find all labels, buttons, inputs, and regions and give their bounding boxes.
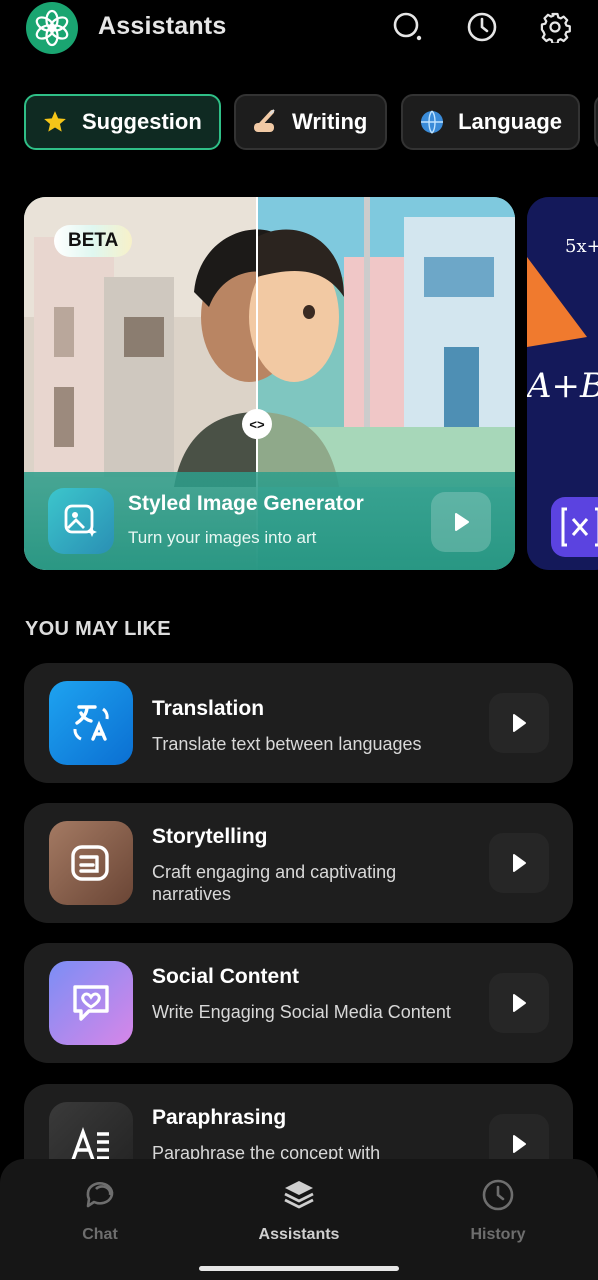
chip-label: Writing [292, 109, 368, 134]
item-title: Storytelling [152, 825, 268, 848]
app-logo-icon [26, 2, 78, 54]
chip-writing[interactable]: Writing [234, 94, 387, 150]
page-title: Assistants [98, 12, 227, 40]
svg-text:5x+: 5x+ [565, 236, 598, 257]
search-icon[interactable] [391, 10, 425, 44]
play-button[interactable] [489, 973, 549, 1033]
nav-history[interactable]: History [438, 1177, 558, 1244]
item-subtitle: Write Engaging Social Media Content [152, 1002, 451, 1022]
list-item-translation[interactable]: Translation Translate text between langu… [24, 663, 573, 783]
home-indicator[interactable] [199, 1266, 399, 1271]
nav-label: History [470, 1226, 526, 1243]
list-item-storytelling[interactable]: Storytelling Craft engaging and captivat… [24, 803, 573, 923]
chip-suggestion[interactable]: Suggestion [24, 94, 221, 150]
heart-chat-icon [49, 961, 133, 1045]
section-title: YOU MAY LIKE [25, 618, 171, 640]
stack-icon [281, 1177, 317, 1218]
chip-more[interactable] [594, 94, 598, 150]
history-icon[interactable] [465, 10, 499, 44]
play-button[interactable] [489, 833, 549, 893]
image-magic-icon [48, 488, 114, 554]
globe-icon [417, 107, 446, 137]
featured-title: Styled Image Generator [128, 492, 364, 515]
nav-assistants[interactable]: Assistants [239, 1177, 359, 1244]
beta-badge: BETA [54, 225, 133, 257]
writing-hand-icon [250, 107, 280, 137]
settings-icon[interactable] [538, 10, 572, 44]
featured-play-button[interactable] [431, 492, 491, 552]
nav-chat[interactable]: Chat [40, 1177, 160, 1244]
chat-icon [82, 1177, 118, 1218]
play-button[interactable] [489, 693, 549, 753]
next-featured-card[interactable]: A+B 5x+ [527, 197, 598, 570]
item-subtitle: Translate text between languages [152, 734, 422, 754]
chip-label: Suggestion [82, 109, 202, 134]
chip-label: Language [458, 109, 562, 134]
star-icon [40, 107, 70, 137]
item-title: Translation [152, 697, 265, 720]
bottom-nav: Chat Assistants History [0, 1159, 598, 1280]
item-title: Social Content [152, 965, 300, 988]
story-icon [49, 821, 133, 905]
translate-icon [49, 681, 133, 765]
item-subtitle: Craft engaging and captivating narrative… [152, 862, 397, 904]
featured-subtitle: Turn your images into art [128, 528, 317, 547]
category-chips: Suggestion Writing Language [24, 94, 598, 150]
peek-text: A+B [527, 366, 598, 406]
featured-info: Styled Image Generator Turn your images … [24, 472, 515, 570]
nav-label: Assistants [258, 1226, 340, 1243]
nav-label: Chat [82, 1226, 118, 1243]
item-title: Paraphrasing [152, 1106, 287, 1129]
list-item-social-content[interactable]: Social Content Write Engaging Social Med… [24, 943, 573, 1063]
chip-language[interactable]: Language [401, 94, 580, 150]
compare-slider-handle[interactable]: <> [242, 409, 272, 439]
app-header: Assistants [0, 0, 598, 60]
featured-card[interactable]: BETA <> Styled Image Generator Turn your… [24, 197, 515, 570]
clock-icon [480, 1177, 516, 1218]
